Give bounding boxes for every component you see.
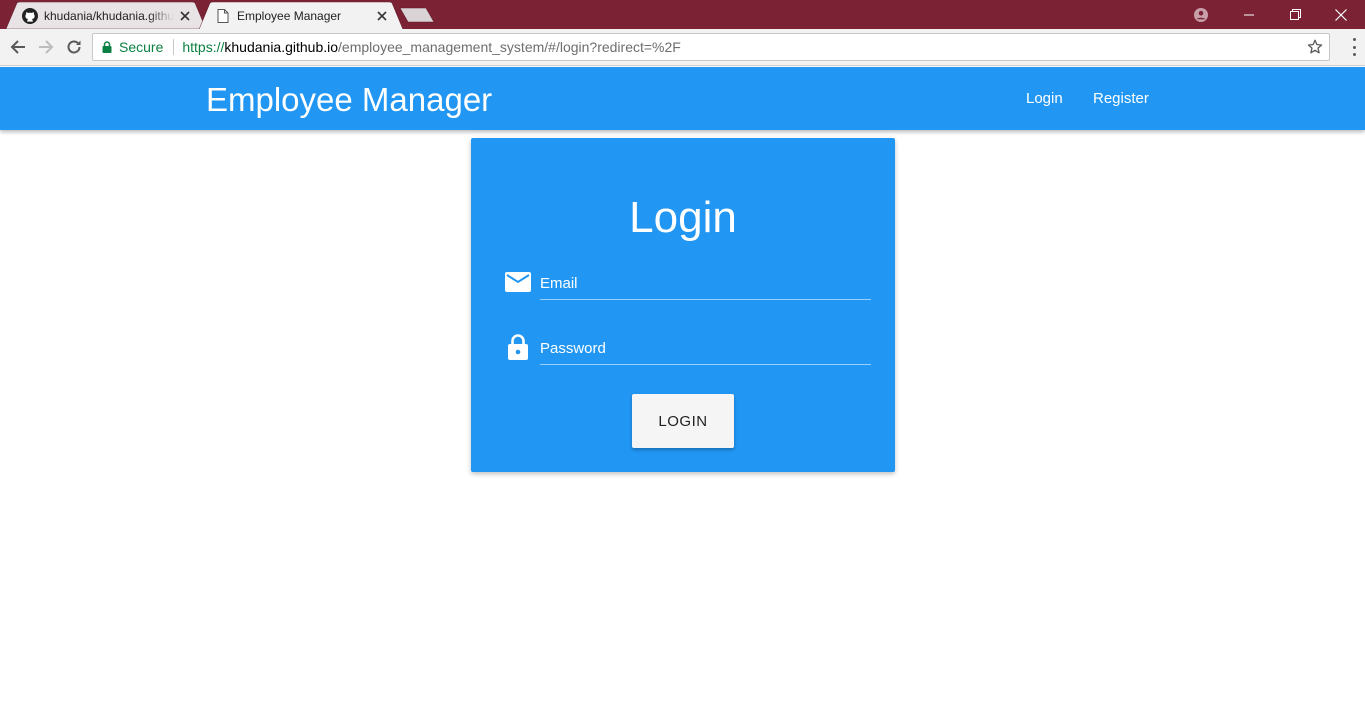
nav-link-register[interactable]: Register: [1093, 89, 1149, 109]
email-field-group: [504, 268, 871, 318]
secure-lock-icon: [102, 41, 112, 53]
restore-window-icon[interactable]: [1272, 0, 1318, 29]
new-tab-button[interactable]: [399, 7, 437, 23]
login-button[interactable]: LOGIN: [632, 394, 734, 448]
browser-tab-employee-manager[interactable]: Employee Manager: [199, 2, 403, 29]
browser-toolbar: Secure https:// khudania.github.io /empl…: [0, 29, 1365, 66]
url-path: /employee_management_system/#/login?redi…: [338, 39, 681, 55]
login-card: Login LOGIN: [471, 138, 895, 472]
tab-title: khudania/khudania.githu: [44, 8, 174, 23]
email-input[interactable]: [540, 268, 871, 300]
brand-title[interactable]: Employee Manager: [206, 80, 492, 120]
forward-arrow-icon[interactable]: [34, 35, 58, 59]
browser-menu-icon[interactable]: [1351, 38, 1357, 56]
envelope-icon: [504, 268, 532, 296]
github-icon: [22, 7, 38, 24]
bookmark-star-icon[interactable]: [1307, 39, 1323, 55]
browser-titlebar: khudania/khudania.githu Employee Manager: [0, 0, 1365, 29]
tab-title: Employee Manager: [237, 8, 342, 23]
close-tab-icon[interactable]: [375, 9, 389, 23]
close-window-icon[interactable]: [1318, 0, 1364, 29]
document-icon: [215, 8, 231, 24]
minimize-window-icon[interactable]: [1226, 0, 1272, 29]
close-tab-icon[interactable]: [178, 9, 192, 23]
nav-link-login[interactable]: Login: [1026, 89, 1063, 109]
secure-label: Secure: [119, 39, 164, 55]
url-host: khudania.github.io: [224, 39, 339, 55]
browser-tab-github[interactable]: khudania/khudania.githu: [6, 2, 206, 29]
app-navbar: Employee Manager Login Register: [0, 67, 1365, 130]
lock-icon: [504, 333, 532, 361]
reload-icon[interactable]: [62, 35, 86, 59]
password-input[interactable]: [540, 333, 871, 365]
address-bar[interactable]: Secure https:// khudania.github.io /empl…: [92, 33, 1330, 61]
password-field-group: [504, 333, 871, 383]
url-scheme: https://: [182, 39, 225, 55]
omnibox-divider: [173, 39, 175, 55]
login-card-title: Login: [629, 193, 737, 242]
profile-icon[interactable]: [1178, 0, 1224, 29]
back-arrow-icon[interactable]: [6, 35, 30, 59]
